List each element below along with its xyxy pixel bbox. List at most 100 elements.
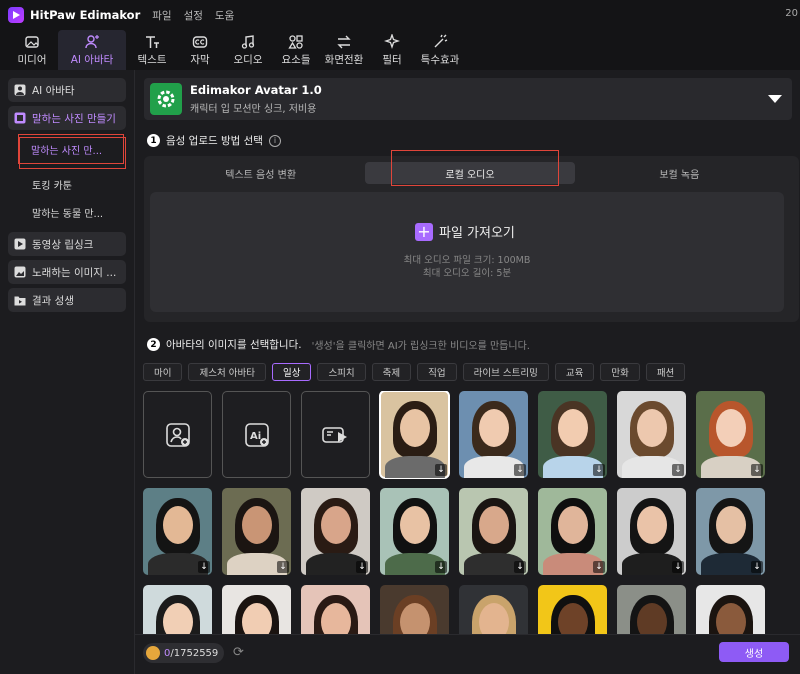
category-tab-active[interactable]: 일상	[271, 363, 312, 381]
avatar-thumbnail[interactable]: ↓	[459, 391, 528, 478]
sidebar-item-singing-image[interactable]: 노래하는 이미지 ...	[8, 260, 126, 284]
category-tab[interactable]: 만화	[600, 363, 640, 381]
tab-text-to-speech[interactable]: 텍스트 음성 변환	[156, 162, 365, 184]
avatar-thumbnail[interactable]: ↓	[538, 488, 607, 575]
sidebar-item-ai-avatar[interactable]: AI 아바타	[8, 78, 126, 102]
avatar-thumbnail[interactable]: ↓	[380, 488, 449, 575]
sidebar-item-label: AI 아바타	[32, 84, 75, 97]
sidebar-subitem-talking-cartoon[interactable]: 토킹 카툰	[8, 170, 126, 198]
avatar-thumbnail[interactable]: ↓	[696, 585, 765, 634]
highlight-box	[19, 137, 126, 169]
category-tab[interactable]: 직업	[417, 363, 457, 381]
sidebar-item-talking-photo[interactable]: 말하는 사진 만들기	[8, 106, 126, 130]
tab-audio[interactable]: 오디오	[226, 30, 270, 70]
menu-help[interactable]: 도움	[215, 8, 234, 23]
category-tab[interactable]: 교육	[554, 363, 595, 381]
avatar-thumbnail[interactable]: ↓	[617, 391, 686, 478]
tab-filter[interactable]: 필터	[370, 30, 414, 70]
menu-settings[interactable]: 설정	[184, 8, 203, 23]
avatar-thumbnail[interactable]: ↓	[380, 585, 449, 634]
sidebar-item-lipsync[interactable]: 동영상 립싱크	[8, 232, 126, 256]
avatar-face	[399, 409, 430, 447]
category-tab[interactable]: 라이브 스트리밍	[462, 363, 549, 381]
credits-total: /1752559	[170, 647, 219, 659]
tab-effects[interactable]: 특수효과	[418, 30, 462, 70]
import-file-button[interactable]: + 파일 가져오기	[415, 222, 515, 241]
avatar-thumbnail[interactable]: ↓	[143, 585, 212, 634]
tab-media[interactable]: 미디어	[10, 30, 54, 70]
step1-heading: 1 음성 업로드 방법 선택 i	[147, 133, 281, 148]
highlight-box	[391, 150, 559, 186]
avatar-thumbnail[interactable]: ↓	[459, 488, 528, 575]
tab-ai-avatar[interactable]: AI 아바타	[58, 30, 126, 70]
tab-transition[interactable]: 화면전환	[322, 30, 366, 70]
download-icon[interactable]: ↓	[593, 561, 605, 573]
text-icon	[146, 35, 159, 48]
avatar-thumbnail[interactable]: ↓	[143, 488, 212, 575]
title-bar: HitPaw Edimakor 파일 설정 도움 20	[0, 0, 800, 30]
download-icon[interactable]: ↓	[672, 561, 684, 573]
avatar-thumbnail[interactable]: ↓	[459, 585, 528, 634]
audio-upload-panel: 텍스트 음성 변환 로컬 오디오 보컬 녹음 + 파일 가져오기 최대 오디오 …	[144, 150, 799, 322]
download-icon[interactable]: ↓	[277, 561, 289, 573]
download-icon[interactable]: ↓	[672, 464, 684, 476]
tab-caption[interactable]: 자막	[178, 30, 222, 70]
avatar-thumbnail[interactable]: ↓	[222, 488, 291, 575]
avatar-face	[162, 506, 193, 544]
category-tab[interactable]: 패션	[645, 363, 686, 381]
download-icon[interactable]: ↓	[356, 561, 368, 573]
category-tab[interactable]: 축제	[371, 363, 412, 381]
avatar-thumbnail[interactable]: ↓	[379, 391, 450, 479]
tab-text[interactable]: 텍스트	[130, 30, 174, 70]
avatar-face	[636, 409, 667, 447]
avatar-thumbnail[interactable]: ↓	[696, 391, 765, 478]
download-icon[interactable]: ↓	[751, 561, 763, 573]
chevron-down-icon[interactable]	[768, 95, 782, 103]
info-icon[interactable]: i	[268, 134, 281, 147]
video-avatar-icon	[321, 426, 347, 443]
singing-image-icon	[14, 266, 26, 278]
avatar-face	[478, 409, 509, 447]
avatar-thumbnail[interactable]: ↓	[538, 391, 607, 478]
download-icon[interactable]: ↓	[751, 464, 763, 476]
tab-elements[interactable]: 요소들	[274, 30, 318, 70]
upload-photo-tile[interactable]	[143, 391, 212, 478]
avatar-thumbnail[interactable]: ↓	[617, 585, 686, 634]
avatar-model-selector[interactable]: Edimakor Avatar 1.0 캐릭터 입 모션만 싱크, 저비용	[144, 78, 792, 120]
generate-button[interactable]: 생성	[719, 642, 789, 662]
avatar-thumbnail[interactable]: ↓	[538, 585, 607, 634]
audio-dropzone[interactable]: + 파일 가져오기 최대 오디오 파일 크기: 100MB 최대 오디오 길이:…	[150, 192, 784, 312]
menu-file[interactable]: 파일	[152, 8, 171, 23]
credits-badge: 0/1752559	[143, 643, 225, 663]
tab-vocal-record[interactable]: 보컬 녹음	[575, 162, 784, 184]
ai-photo-tile[interactable]: Ai	[222, 391, 291, 478]
title-corner-text: 20	[785, 8, 798, 19]
refresh-icon[interactable]: ⟳	[233, 646, 247, 660]
avatar-face	[636, 506, 667, 544]
avatar-thumbnail[interactable]: ↓	[301, 585, 370, 634]
download-icon[interactable]: ↓	[435, 464, 447, 476]
avatar-thumbnail[interactable]: ↓	[696, 488, 765, 575]
sidebar-item-results[interactable]: 결과 성생	[8, 288, 126, 312]
avatar-thumbnail[interactable]: ↓	[222, 585, 291, 634]
app-title: HitPaw Edimakor	[30, 8, 141, 22]
avatar-icon	[85, 34, 99, 48]
download-icon[interactable]: ↓	[514, 561, 526, 573]
download-icon[interactable]: ↓	[198, 561, 210, 573]
download-icon[interactable]: ↓	[435, 561, 447, 573]
avatar-face	[320, 506, 351, 544]
sidebar-subitem-talking-animal[interactable]: 말하는 동물 만...	[8, 198, 126, 226]
avatar-face	[399, 603, 430, 634]
sidebar-item-label: 결과 성생	[32, 294, 74, 307]
download-icon[interactable]: ↓	[593, 464, 605, 476]
max-duration-text: 최대 오디오 길이: 5분	[422, 268, 512, 279]
category-tab[interactable]: 마이	[143, 363, 183, 381]
category-tab[interactable]: 제스처 아바타	[188, 363, 266, 381]
step-label: 아바타의 이미지를 선택합니다.	[166, 339, 302, 351]
avatar-thumbnail[interactable]: ↓	[617, 488, 686, 575]
video-avatar-tile[interactable]	[301, 391, 370, 478]
transition-icon	[337, 35, 351, 48]
avatar-thumbnail[interactable]: ↓	[301, 488, 370, 575]
category-tab[interactable]: 스피치	[317, 363, 366, 381]
download-icon[interactable]: ↓	[514, 464, 526, 476]
